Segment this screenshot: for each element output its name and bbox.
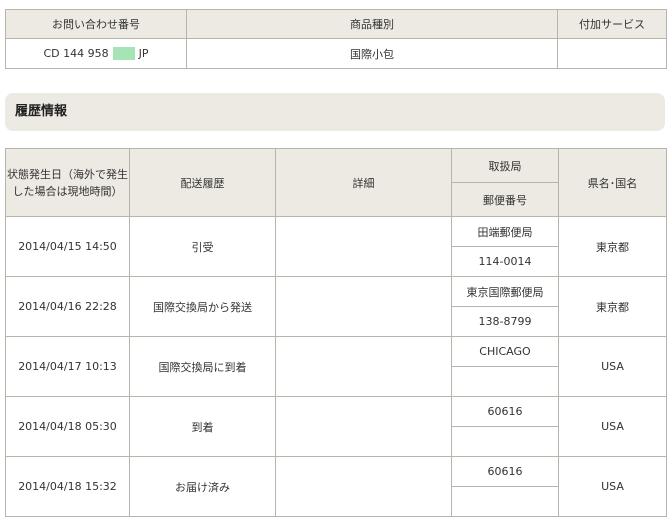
history-detail [275, 216, 452, 277]
history-office: 60616 [451, 396, 559, 427]
history-postal [451, 366, 559, 397]
additional-service-header: 付加サービス [557, 9, 667, 39]
history-region: 東京都 [558, 276, 667, 337]
history-row: 2014/04/16 22:28 国際交換局から発送 東京国際郵便局 東京都 [5, 276, 667, 337]
history-detail [275, 456, 452, 517]
summary-table: お問い合わせ番号 商品種別 付加サービス CD 144 958 JP 国際小包 [5, 9, 667, 69]
tracking-number-header: お問い合わせ番号 [5, 9, 187, 39]
history-date: 2014/04/18 15:32 [5, 456, 130, 517]
history-postal: 138-8799 [451, 306, 559, 337]
history-office: 田端郵便局 [451, 216, 559, 247]
history-detail [275, 396, 452, 457]
history-postal [451, 486, 559, 517]
history-date: 2014/04/17 10:13 [5, 336, 130, 397]
history-row: 2014/04/15 14:50 引受 田端郵便局 東京都 [5, 216, 667, 277]
date-header: 状態発生日（海外で発生した場合は現地時間） [5, 148, 130, 217]
additional-service [557, 38, 667, 69]
history-status: 国際交換局から発送 [129, 276, 276, 337]
history-row: 2014/04/18 15:32 お届け済み 60616 USA [5, 456, 667, 517]
history-office: 東京国際郵便局 [451, 276, 559, 307]
office-header: 取扱局 [451, 148, 559, 183]
history-status: 引受 [129, 216, 276, 277]
detail-header: 詳細 [275, 148, 452, 217]
history-status: 到着 [129, 396, 276, 457]
product-type: 国際小包 [186, 38, 558, 69]
history-office: 60616 [451, 456, 559, 487]
history-row: 2014/04/17 10:13 国際交換局に到着 CHICAGO USA [5, 336, 667, 397]
history-row: 2014/04/18 05:30 到着 60616 USA [5, 396, 667, 457]
redacted-mask [112, 47, 135, 61]
history-detail [275, 336, 452, 397]
history-date: 2014/04/15 14:50 [5, 216, 130, 277]
history-region: 東京都 [558, 216, 667, 277]
history-postal [451, 426, 559, 457]
postal-header: 郵便番号 [451, 182, 559, 217]
history-detail [275, 276, 452, 337]
product-type-header: 商品種別 [186, 9, 558, 39]
history-status: 国際交換局に到着 [129, 336, 276, 397]
region-header: 県名･国名 [558, 148, 667, 217]
status-header: 配送履歴 [129, 148, 276, 217]
history-date: 2014/04/18 05:30 [5, 396, 130, 457]
history-office: CHICAGO [451, 336, 559, 367]
history-status: お届け済み [129, 456, 276, 517]
tracking-number-prefix: CD 144 958 [43, 46, 109, 60]
tracking-number: CD 144 958 JP [5, 38, 187, 69]
tracking-number-suffix: JP [138, 46, 149, 60]
history-postal: 114-0014 [451, 246, 559, 277]
history-region: USA [558, 336, 667, 397]
section-header-history: 履歴情報 [5, 93, 665, 131]
history-region: USA [558, 456, 667, 517]
history-region: USA [558, 396, 667, 457]
history-table: 状態発生日（海外で発生した場合は現地時間） 配送履歴 詳細 取扱局 県名･国名 … [5, 148, 667, 517]
history-date: 2014/04/16 22:28 [5, 276, 130, 337]
